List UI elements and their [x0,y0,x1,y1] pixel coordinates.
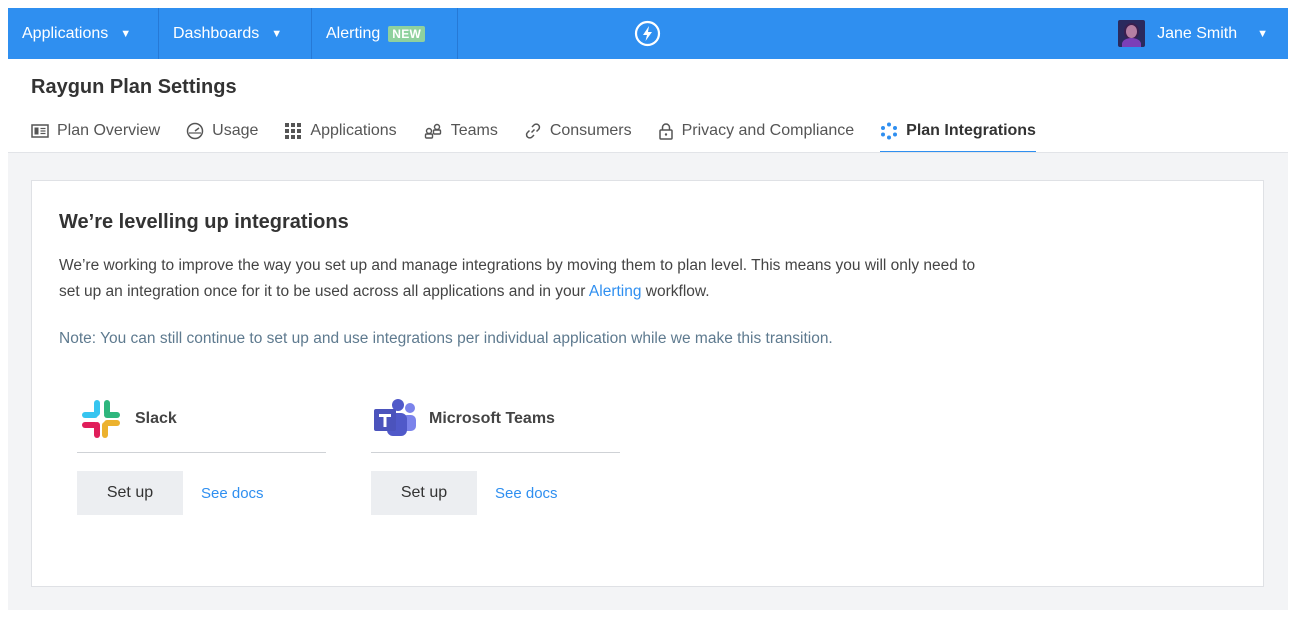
dashboards-menu-label: Dashboards [173,24,260,42]
teams-setup-button[interactable]: Set up [371,471,477,515]
integration-header: Microsoft Teams [371,386,620,453]
page-title: Raygun Plan Settings [31,76,237,98]
caret-down-icon: ▼ [1257,27,1268,40]
tab-plan-integrations[interactable]: Plan Integrations [880,108,1036,154]
description-text-end: workflow. [641,283,710,300]
avatar [1118,20,1146,47]
caret-down-icon: ▼ [271,27,283,40]
integrations-icon [881,122,898,139]
slack-integration-card: Slack Set up See docs [77,386,326,515]
integration-name: Microsoft Teams [429,410,555,427]
slack-icon [77,395,125,443]
raygun-logo-icon[interactable] [634,20,661,47]
integration-header: Slack [77,386,326,453]
applications-menu-label: Applications [22,24,109,42]
tab-label: Plan Overview [57,121,161,139]
transition-note: Note: You can still continue to set up a… [59,330,833,347]
gauge-icon [186,122,204,139]
grid-icon [285,122,302,139]
slack-setup-button[interactable]: Set up [77,471,183,515]
tab-usage[interactable]: Usage [186,108,258,153]
integration-name: Slack [135,410,177,427]
alerting-label: Alerting [326,24,381,42]
tab-plan-overview[interactable]: Plan Overview [31,108,160,153]
tab-label: Teams [450,121,498,139]
panel-description: We’re working to improve the way you set… [59,253,999,305]
dashboards-menu[interactable]: Dashboards ▼ [159,8,312,59]
integration-actions: Set up See docs [371,471,620,515]
tab-privacy-and-compliance[interactable]: Privacy and Compliance [658,108,855,153]
lock-icon [658,122,673,140]
caret-down-icon: ▼ [120,27,132,40]
panel-title: We’re levelling up integrations [59,211,349,233]
alerting-link[interactable]: Alerting NEW [312,8,458,59]
tab-label: Plan Integrations [906,121,1036,139]
tab-consumers[interactable]: Consumers [524,108,632,153]
integration-actions: Set up See docs [77,471,326,515]
tab-applications[interactable]: Applications [284,108,397,153]
link-icon [525,122,540,139]
tab-teams[interactable]: Teams [423,108,498,153]
integrations-panel: We’re levelling up integrations We’re wo… [31,180,1264,587]
teams-icon [424,123,441,139]
user-name: Jane Smith [1157,24,1238,42]
user-menu[interactable]: Jane Smith ▼ [1118,8,1288,59]
slack-see-docs-link[interactable]: See docs [201,485,264,502]
top-nav-bar: Applications ▼ Dashboards ▼ Alerting NEW… [8,8,1288,59]
microsoft-teams-integration-card: Microsoft Teams Set up See docs [371,386,620,515]
tab-label: Privacy and Compliance [681,121,855,139]
new-badge: NEW [388,25,426,42]
applications-menu[interactable]: Applications ▼ [8,8,159,59]
tab-label: Consumers [549,121,632,139]
settings-tabs: Plan Overview Usage Applications Teams C… [31,108,1062,154]
overview-icon [31,123,49,138]
description-text: We’re working to improve the way you set… [59,257,976,300]
tab-label: Usage [212,121,259,139]
tab-label: Applications [310,121,397,139]
alerting-link-inline[interactable]: Alerting [589,283,642,300]
microsoft-teams-icon [371,395,419,443]
teams-see-docs-link[interactable]: See docs [495,485,558,502]
